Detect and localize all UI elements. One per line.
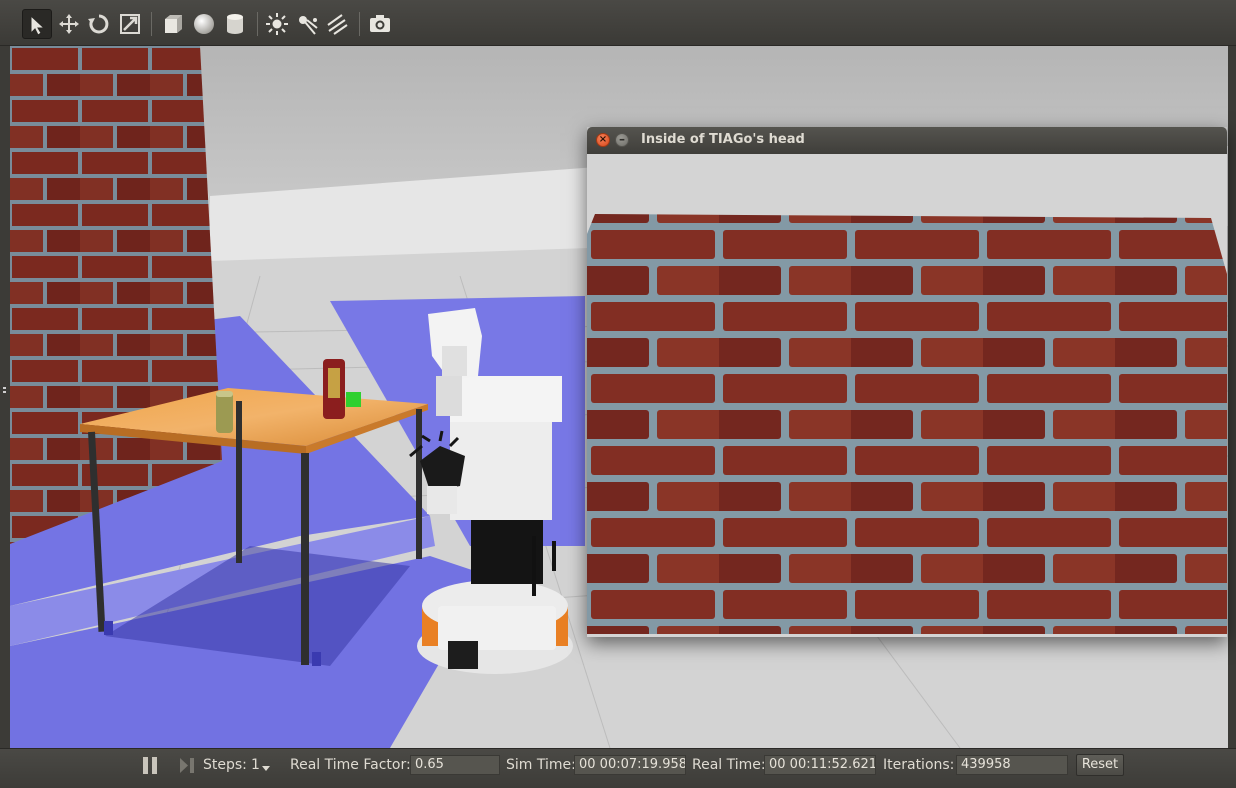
iterations-label: Iterations: [883, 757, 955, 773]
camera-window-title: Inside of TIAGo's head [641, 132, 805, 147]
reset-button[interactable]: Reset [1076, 754, 1124, 776]
pause-icon-bar [143, 757, 148, 774]
camera-view-window[interactable]: × – Inside of TIAGo's head [587, 127, 1227, 637]
step-button[interactable] [179, 757, 195, 774]
panel-resize-handle[interactable] [0, 385, 10, 399]
steps-spinbox[interactable]: 1 [251, 757, 260, 773]
box-shape-icon [165, 15, 182, 33]
sim-time-label: Sim Time: [506, 757, 576, 773]
step-forward-icon [180, 758, 194, 773]
iterations-field: 439958 [956, 755, 1068, 775]
real-time-label: Real Time: [692, 757, 766, 773]
scale-icon [120, 14, 140, 34]
screenshot-button[interactable] [365, 9, 395, 39]
insert-spot-light-button[interactable] [292, 9, 322, 39]
insert-directional-light-button[interactable] [322, 9, 352, 39]
sphere-shape-icon [194, 14, 214, 34]
minimize-icon[interactable]: – [615, 133, 629, 147]
select-arrow-icon [30, 14, 46, 36]
toolbar [0, 0, 1236, 46]
status-bar: Steps: 1 Real Time Factor: 0.65 Sim Time… [0, 748, 1236, 788]
insert-cylinder-button[interactable] [220, 9, 250, 39]
cylinder-shape-icon [227, 14, 243, 34]
translate-mode-button[interactable] [54, 9, 84, 39]
rotate-mode-button[interactable] [84, 9, 114, 39]
insert-point-light-button[interactable] [262, 9, 292, 39]
toolbar-separator [359, 12, 360, 36]
toolbar-separator [257, 12, 258, 36]
real-time-field: 00 00:11:52.621 [764, 755, 876, 775]
toolbar-separator [151, 12, 152, 36]
camera-image [587, 154, 1227, 637]
translate-icon [59, 14, 79, 34]
insert-box-button[interactable] [158, 9, 188, 39]
screenshot-camera-icon [370, 15, 390, 32]
select-mode-button[interactable] [22, 9, 52, 39]
insert-sphere-button[interactable] [189, 9, 219, 39]
rotate-icon [88, 14, 109, 34]
steps-label: Steps: [203, 757, 247, 773]
directional-light-icon [327, 14, 348, 35]
camera-brick-image [587, 154, 1227, 637]
real-time-factor-label: Real Time Factor: [290, 757, 411, 773]
sim-time-field: 00 00:07:19.958 [574, 755, 686, 775]
close-icon[interactable]: × [596, 133, 610, 147]
pause-button[interactable] [142, 757, 158, 774]
pause-icon-bar [152, 757, 157, 774]
chevron-down-icon[interactable] [262, 766, 270, 772]
window-frame-right [1228, 46, 1236, 748]
point-light-icon [266, 13, 288, 35]
real-time-factor-field: 0.65 [410, 755, 500, 775]
camera-window-titlebar[interactable]: × – Inside of TIAGo's head [587, 127, 1227, 154]
spot-light-icon [299, 16, 318, 35]
scale-mode-button[interactable] [115, 9, 145, 39]
